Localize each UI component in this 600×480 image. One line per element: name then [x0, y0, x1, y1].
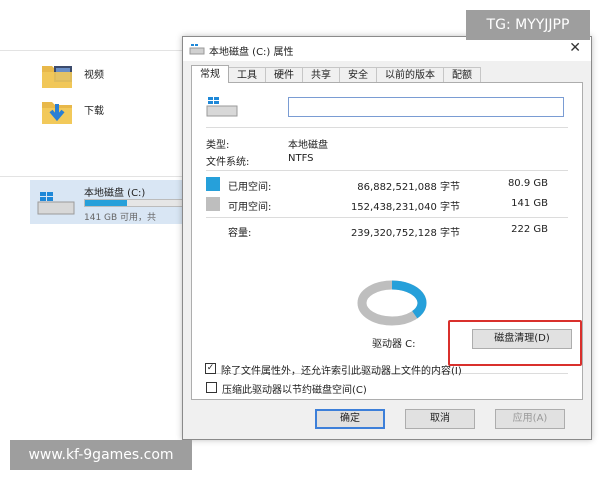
tab-general[interactable]: 常规 — [191, 65, 229, 83]
free-space-label: 可用空间: — [228, 202, 272, 213]
divider — [206, 217, 568, 218]
divider — [0, 50, 190, 51]
filesystem-value: NTFS — [288, 153, 314, 164]
divider — [206, 127, 568, 128]
close-icon[interactable]: ✕ — [569, 40, 581, 56]
tab-tools[interactable]: 工具 — [228, 67, 266, 83]
drive-name: 本地磁盘 (C:) — [84, 188, 146, 199]
tab-hardware[interactable]: 硬件 — [265, 67, 303, 83]
index-checkbox[interactable]: ✓ — [205, 363, 216, 374]
free-space-bytes: 152,438,231,040 字节 — [350, 202, 460, 213]
folder-label: 视频 — [84, 70, 104, 81]
site-watermark: www.kf-9games.com — [10, 440, 192, 470]
compress-checkbox[interactable] — [206, 382, 217, 393]
tab-quota[interactable]: 配额 — [443, 67, 481, 83]
capacity-bytes: 239,320,752,128 字节 — [350, 228, 460, 239]
drive-free-text: 141 GB 可用，共 — [84, 213, 157, 223]
used-space-bytes: 86,882,521,088 字节 — [357, 182, 460, 193]
folder-videos[interactable]: 视频 — [40, 60, 150, 96]
apply-button[interactable]: 应用(A) — [495, 409, 565, 429]
disk-usage-donut — [357, 280, 427, 326]
drive-properties-dialog: 本地磁盘 (C:) 属性 ✕ 常规 工具 硬件 共享 安全 以前的版本 配额 类… — [182, 36, 592, 440]
drive-letter-label: 驱动器 C: — [372, 339, 416, 350]
capacity-size: 222 GB — [511, 224, 548, 235]
index-label: 除了文件属性外，还允许索引此驱动器上文件的内容(I) — [221, 366, 462, 377]
download-folder-icon — [42, 102, 72, 124]
divider — [0, 176, 190, 177]
drive-usage-bar — [84, 199, 192, 207]
dialog-title: 本地磁盘 (C:) 属性 — [209, 47, 294, 58]
video-folder-icon — [42, 66, 72, 88]
drive-icon — [189, 44, 205, 55]
cancel-button[interactable]: 取消 — [405, 409, 475, 429]
disk-cleanup-button[interactable]: 磁盘清理(D) — [472, 329, 572, 349]
filesystem-label: 文件系统: — [206, 157, 250, 168]
dialog-titlebar[interactable]: 本地磁盘 (C:) 属性 ✕ — [183, 37, 591, 61]
compress-label: 压缩此驱动器以节约磁盘空间(C) — [222, 385, 367, 396]
ok-button[interactable]: 确定 — [315, 409, 385, 429]
folder-label: 下载 — [84, 106, 104, 117]
tab-security[interactable]: 安全 — [339, 67, 377, 83]
free-space-size: 141 GB — [511, 198, 548, 209]
folder-downloads[interactable]: 下载 — [40, 96, 150, 132]
used-space-swatch — [206, 177, 220, 191]
drive-c-tile[interactable]: 本地磁盘 (C:) 141 GB 可用，共 — [30, 180, 192, 224]
tab-strip: 常规 工具 硬件 共享 安全 以前的版本 配额 — [191, 65, 481, 83]
tab-sharing[interactable]: 共享 — [302, 67, 340, 83]
general-tab-panel: 类型: 本地磁盘 文件系统: NTFS 已用空间: 86,882,521,088… — [191, 82, 583, 400]
used-space-label: 已用空间: — [228, 182, 272, 193]
free-space-swatch — [206, 197, 220, 211]
capacity-label: 容量: — [228, 228, 252, 239]
type-label: 类型: — [206, 140, 230, 151]
divider — [206, 170, 568, 171]
drive-name-input[interactable] — [288, 97, 564, 117]
windows-drive-icon — [206, 97, 238, 117]
type-value: 本地磁盘 — [288, 140, 328, 151]
drive-usage-fill — [85, 200, 128, 206]
tg-watermark: TG: MYYJJPP — [466, 10, 590, 40]
tab-previous-versions[interactable]: 以前的版本 — [376, 67, 444, 83]
windows-drive-icon — [37, 192, 75, 215]
used-space-size: 80.9 GB — [507, 178, 548, 189]
donut-used-arc — [391, 280, 427, 319]
